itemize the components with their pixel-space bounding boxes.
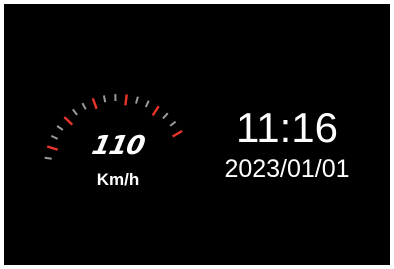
clock-time: 11:16 xyxy=(236,104,338,151)
minor-tick xyxy=(102,95,107,103)
clock-date: 2023/01/01 xyxy=(224,155,350,183)
speedometer: 110 Km/h xyxy=(4,4,204,265)
minor-tick xyxy=(81,102,87,110)
major-tick xyxy=(124,94,128,106)
clock: 11:16 2023/01/01 xyxy=(204,104,370,184)
major-tick xyxy=(46,145,59,151)
minor-tick xyxy=(56,125,64,131)
major-tick xyxy=(91,97,98,110)
minor-tick xyxy=(169,120,177,127)
major-tick xyxy=(171,129,183,138)
minor-tick xyxy=(144,100,150,108)
speed-unit: Km/h xyxy=(96,170,140,189)
minor-tick xyxy=(72,108,78,116)
minor-tick xyxy=(44,156,52,160)
minor-tick xyxy=(50,134,59,140)
major-tick xyxy=(63,116,74,126)
minor-tick xyxy=(162,112,169,120)
speed-value: 110 xyxy=(89,131,147,161)
display-screen: 110 Km/h 11:16 2023/01/01 xyxy=(4,4,390,265)
major-tick xyxy=(151,105,160,117)
minor-tick xyxy=(135,96,139,104)
